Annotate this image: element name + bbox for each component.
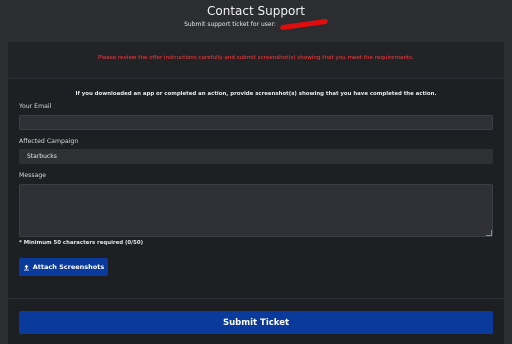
campaign-label: Affected Campaign (19, 138, 79, 145)
attach-screenshots-label: Attach Screenshots (32, 263, 105, 271)
min-characters-hint: * Minimum 50 characters required (0/50) (19, 240, 144, 246)
warning-text: Please review the offer instructions car… (98, 55, 414, 61)
subtitle-text: Submit support ticket for user: (184, 21, 276, 28)
email-field[interactable] (19, 115, 493, 130)
notice-bar: Please review the offer instructions car… (8, 42, 504, 79)
textarea-resize-handle[interactable] (486, 230, 492, 236)
message-label: Message (19, 172, 47, 179)
submit-ticket-button[interactable]: Submit Ticket (19, 311, 493, 334)
page-subtitle: Submit support ticket for user: (0, 18, 512, 31)
email-label: Your Email (19, 103, 52, 110)
instruction-text: If you downloaded an app or completed an… (75, 91, 437, 97)
message-textarea[interactable] (19, 184, 493, 237)
campaign-field: Starbucks (19, 149, 493, 164)
page-title: Contact Support (207, 4, 305, 18)
page-header: Contact Support Submit support ticket fo… (0, 0, 512, 42)
upload-icon (23, 264, 29, 270)
form-divider (8, 298, 504, 299)
attach-screenshots-button[interactable]: Attach Screenshots (19, 258, 108, 276)
redacted-username (279, 18, 328, 31)
